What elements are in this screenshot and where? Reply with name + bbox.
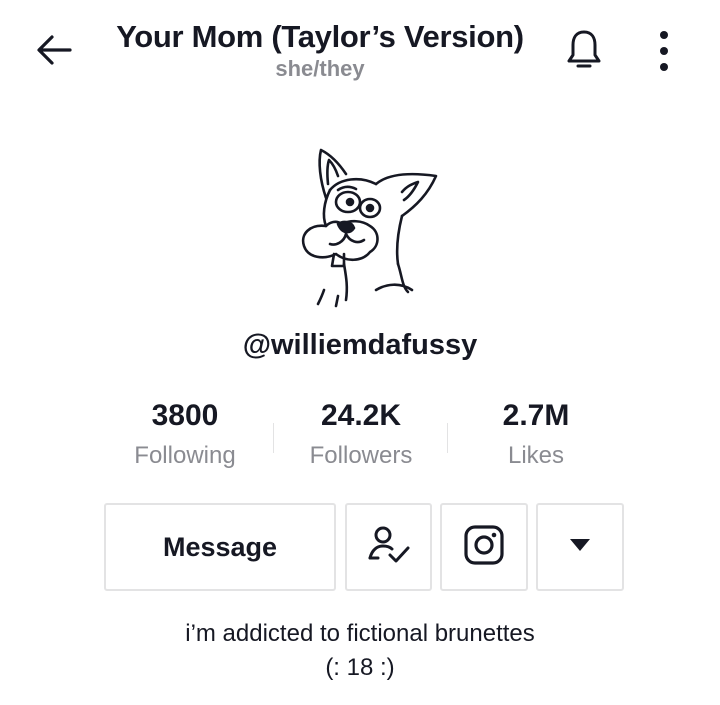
instagram-button[interactable] (440, 503, 528, 591)
bio: i’m addicted to fictional brunettes (: 1… (0, 617, 720, 685)
back-button[interactable] (30, 28, 78, 76)
user-check-icon (366, 524, 412, 571)
profile-header: Your Mom (Taylor’s Version) she/they (0, 0, 720, 100)
username: @williemdafussy (242, 329, 478, 361)
stat-value: 2.7M (502, 399, 570, 432)
stat-label: Following (134, 442, 236, 469)
friend-status-button[interactable] (345, 503, 432, 591)
message-button[interactable]: Message (104, 503, 336, 591)
instagram-icon (463, 524, 505, 571)
notifications-button[interactable] (560, 26, 608, 76)
stat-value: 24.2K (320, 399, 402, 432)
more-vertical-icon (657, 27, 671, 76)
page-title: Your Mom (Taylor’s Version) (116, 19, 524, 54)
caret-down-icon (569, 538, 591, 557)
stat-likes[interactable]: 2.7M Likes (446, 395, 626, 471)
bell-icon (563, 27, 605, 76)
stats-row: 3800 Following 24.2K Followers 2.7M Like… (0, 395, 720, 485)
bio-line: (: 18 :) (325, 654, 395, 681)
cartoon-cat-avatar (301, 148, 438, 308)
stat-followers[interactable]: 24.2K Followers (271, 395, 451, 471)
message-button-label: Message (162, 531, 278, 562)
stat-following[interactable]: 3800 Following (95, 395, 275, 471)
stat-value: 3800 (151, 399, 219, 432)
action-buttons: Message (0, 503, 720, 593)
more-options-button[interactable] (640, 26, 688, 76)
bio-line: i’m addicted to fictional brunettes (185, 620, 535, 647)
more-actions-button[interactable] (536, 503, 624, 591)
stat-label: Likes (507, 442, 565, 469)
title-block: Your Mom (Taylor’s Version) she/they (100, 16, 540, 82)
avatar[interactable] (290, 140, 450, 310)
pronouns: she/they (275, 56, 365, 81)
back-arrow-icon (34, 30, 74, 75)
stat-label: Followers (309, 442, 413, 469)
